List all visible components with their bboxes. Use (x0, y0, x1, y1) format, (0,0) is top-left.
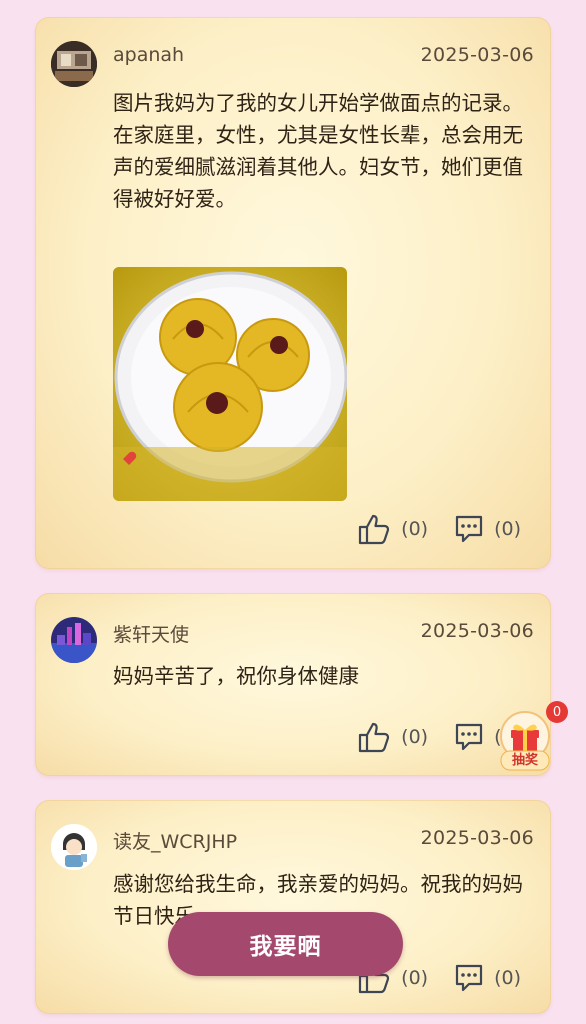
post-actions: (0) (0) (357, 721, 521, 753)
comment-count: (0) (494, 518, 521, 540)
share-post-button[interactable]: 我要晒 (168, 912, 403, 976)
avatar[interactable] (51, 824, 97, 870)
notification-badge: 0 (546, 701, 568, 723)
lottery-button[interactable]: 抽奖 (499, 710, 551, 772)
like-count: (0) (401, 726, 429, 748)
username[interactable]: 读友_WCRJHP (113, 827, 237, 854)
like-icon[interactable] (357, 513, 391, 545)
post-date: 2025-03-06 (420, 827, 534, 849)
post-image[interactable] (113, 267, 347, 501)
post-text-line: 在家庭里，女性，尤其是女性长辈，总会用无声的爱细腻滋润着其他人。妇女节，她们更值… (113, 123, 523, 211)
post-actions: (0) (0) (357, 513, 521, 545)
like-icon[interactable] (357, 721, 391, 753)
like-count: (0) (401, 518, 429, 540)
comment-icon[interactable] (454, 963, 484, 993)
username[interactable]: apanah (113, 44, 184, 66)
post-content: 图片我妈为了我的女儿开始学做面点的记录。 在家庭里，女性，尤其是女性长辈，总会用… (113, 87, 527, 215)
post-card: 读友_WCRJHP 2025-03-06 感谢您给我生命，我亲爱的妈妈。祝我的妈… (35, 800, 551, 1014)
username[interactable]: 紫轩天使 (113, 620, 189, 647)
post-text-line: 妈妈辛苦了，祝你身体健康 (113, 664, 359, 688)
comment-count: (0) (494, 967, 521, 989)
post-date: 2025-03-06 (420, 44, 534, 66)
avatar[interactable] (51, 617, 97, 663)
comment-icon[interactable] (454, 514, 484, 544)
lottery-label: 抽奖 (511, 753, 538, 768)
post-card: apanah 2025-03-06 图片我妈为了我的女儿开始学做面点的记录。 在… (35, 17, 551, 569)
post-text-line: 图片我妈为了我的女儿开始学做面点的记录。 (113, 91, 523, 115)
avatar[interactable] (51, 41, 97, 87)
post-card: 紫轩天使 2025-03-06 妈妈辛苦了，祝你身体健康 (0) (0) (35, 593, 551, 776)
like-count: (0) (401, 967, 429, 989)
post-content: 妈妈辛苦了，祝你身体健康 (113, 660, 527, 692)
comment-icon[interactable] (454, 722, 484, 752)
post-date: 2025-03-06 (420, 620, 534, 642)
